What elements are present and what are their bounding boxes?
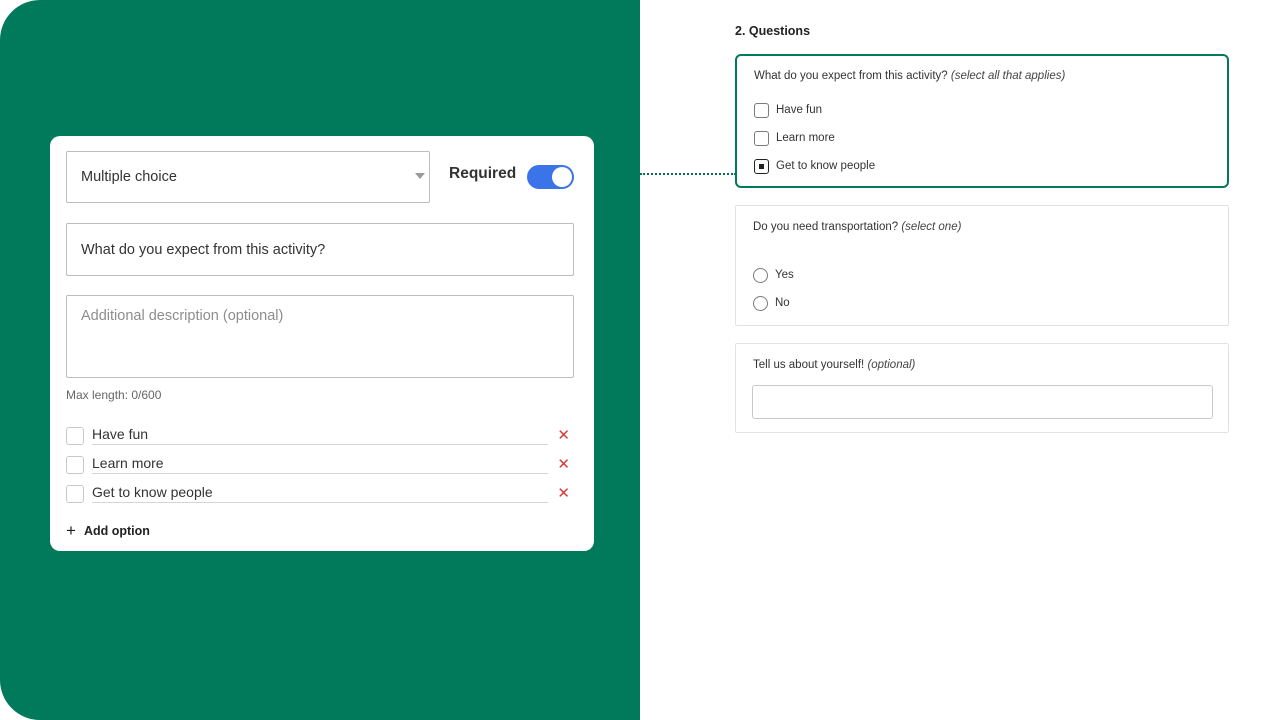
question-card-about-yourself[interactable]: Tell us about yourself! (optional) <box>735 343 1229 433</box>
question-hint: (select one) <box>901 221 962 233</box>
answer-text-input[interactable] <box>752 385 1213 419</box>
editor-background-panel: Multiple choice Required What do you exp… <box>0 0 640 720</box>
delete-option-icon[interactable]: ✕ <box>557 426 570 444</box>
max-length-counter: Max length: 0/600 <box>66 388 162 402</box>
question-text-value: What do you expect from this activity? <box>81 241 326 258</box>
radio-label: No <box>775 297 790 309</box>
question-card-transportation[interactable]: Do you need transportation? (select one)… <box>735 205 1229 326</box>
question-title-text: Do you need transportation? <box>753 221 899 233</box>
checkbox[interactable] <box>754 131 769 146</box>
delete-option-icon[interactable]: ✕ <box>557 455 570 473</box>
option-row: Have fun ✕ <box>66 425 574 447</box>
radio-button[interactable] <box>753 296 768 311</box>
radio-label: Yes <box>775 269 794 281</box>
question-title: What do you expect from this activity? (… <box>754 70 1065 82</box>
option-checkbox[interactable] <box>66 456 84 474</box>
checkbox[interactable] <box>754 103 769 118</box>
question-text-input[interactable]: What do you expect from this activity? <box>66 223 574 276</box>
option-row: Learn more ✕ <box>66 454 574 476</box>
checkbox-label: Learn more <box>776 132 835 144</box>
checkbox-checked[interactable] <box>754 159 769 174</box>
description-placeholder: Additional description (optional) <box>81 308 284 324</box>
question-hint: (optional) <box>867 359 916 371</box>
plus-icon: + <box>66 521 76 540</box>
question-title-text: Tell us about yourself! <box>753 359 865 371</box>
required-toggle[interactable] <box>527 165 574 189</box>
option-label-input[interactable]: Learn more <box>92 454 548 474</box>
add-option-label: Add option <box>83 524 150 538</box>
radio-button[interactable] <box>753 268 768 283</box>
section-title: 2. Questions <box>735 24 811 38</box>
option-label-input[interactable]: Get to know people <box>92 483 548 503</box>
question-editor-card: Multiple choice Required What do you exp… <box>50 136 594 551</box>
option-row: Get to know people ✕ <box>66 483 574 505</box>
option-checkbox[interactable] <box>66 427 84 445</box>
checkbox-label: Get to know people <box>776 160 876 172</box>
question-hint: (select all that applies) <box>950 70 1066 82</box>
toggle-knob <box>552 167 572 187</box>
option-checkbox[interactable] <box>66 485 84 503</box>
question-type-value: Multiple choice <box>81 169 177 185</box>
question-type-select[interactable]: Multiple choice <box>66 151 430 203</box>
question-card-activity[interactable]: What do you expect from this activity? (… <box>735 54 1229 188</box>
chevron-down-icon <box>415 173 425 179</box>
required-label: Required <box>449 165 517 182</box>
delete-option-icon[interactable]: ✕ <box>557 484 570 502</box>
add-option-button[interactable]: + Add option <box>66 521 150 540</box>
question-title: Tell us about yourself! (optional) <box>753 359 915 371</box>
checkbox-label: Have fun <box>776 104 823 116</box>
description-input[interactable]: Additional description (optional) <box>66 295 574 378</box>
dotted-connector <box>640 173 736 175</box>
question-title-text: What do you expect from this activity? <box>754 70 948 82</box>
question-title: Do you need transportation? (select one) <box>753 221 961 233</box>
option-label-input[interactable]: Have fun <box>92 425 548 445</box>
